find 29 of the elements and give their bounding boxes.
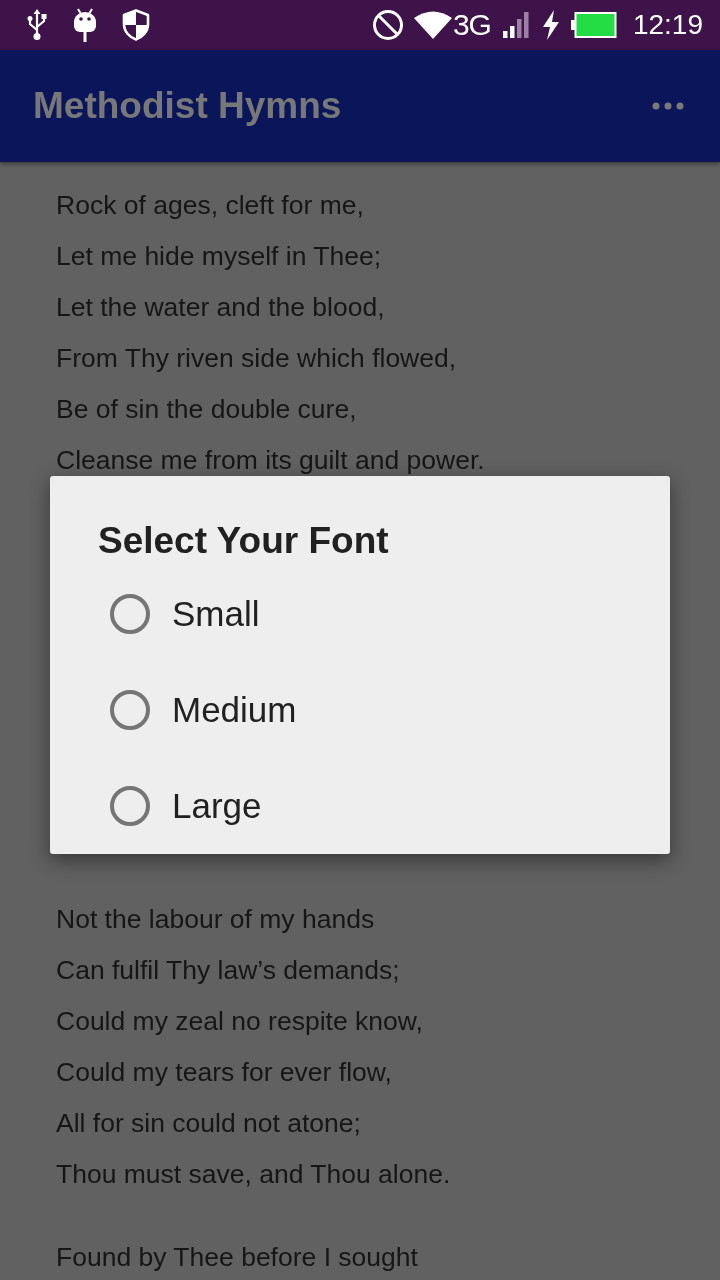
font-option[interactable]: Large xyxy=(110,786,262,826)
hymn-line: All for sin could not atone; xyxy=(56,1107,361,1140)
battery-icon xyxy=(570,12,617,38)
hymn-line: Can fulfil Thy law’s demands; xyxy=(56,954,400,987)
hymn-line: Let me hide myself in Thee; xyxy=(56,240,382,273)
app-title: Methodist Hymns xyxy=(33,85,342,127)
font-option[interactable]: Medium xyxy=(110,690,297,730)
usb-icon xyxy=(26,9,48,41)
hymn-line: Cleanse me from its guilt and power. xyxy=(56,444,485,477)
hymn-line: Could my tears for ever flow, xyxy=(56,1056,392,1089)
android-icon xyxy=(73,8,97,42)
do-not-disturb-icon xyxy=(371,9,404,41)
shield-icon xyxy=(122,9,150,41)
hymn-line: Be of sin the double cure, xyxy=(56,393,357,426)
clock-time: 12:19 xyxy=(632,9,703,41)
hymn-line: Found by Thee before I sought xyxy=(56,1241,418,1274)
dialog-title: Select Your Font xyxy=(98,519,389,563)
font-option[interactable]: Small xyxy=(110,594,260,634)
signal-icon xyxy=(502,12,529,38)
charging-icon xyxy=(540,10,561,40)
more-icon xyxy=(652,102,684,110)
hymn-line: Could my zeal no respite know, xyxy=(56,1005,423,1038)
wifi-icon xyxy=(413,11,452,39)
hymn-line: Rock of ages, cleft for me, xyxy=(56,189,364,222)
hymn-line: From Thy riven side which flowed, xyxy=(56,342,457,375)
hymn-line: Let the water and the blood, xyxy=(56,291,385,324)
hymn-line: Not the labour of my hands xyxy=(56,903,375,936)
network-type: 3G xyxy=(452,8,491,42)
hymn-line: Thou must save, and Thou alone. xyxy=(56,1158,451,1191)
